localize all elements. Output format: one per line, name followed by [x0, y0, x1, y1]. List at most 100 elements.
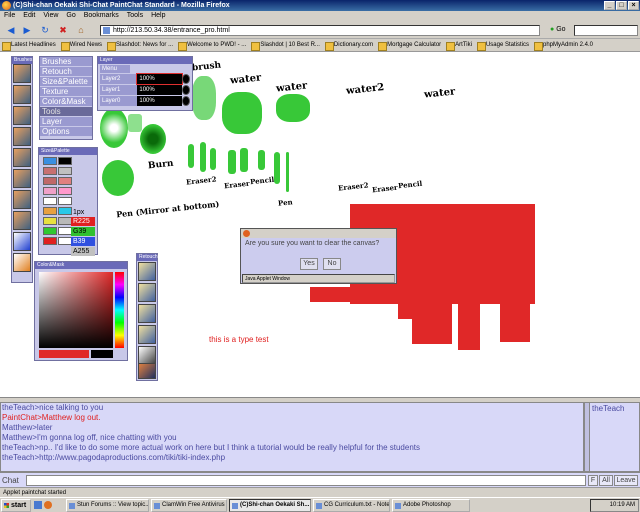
bookmark-item[interactable]: Wired News [59, 39, 105, 51]
color-picker-area[interactable] [39, 272, 113, 348]
category-texture[interactable]: Texture [40, 87, 92, 97]
layer-menu-button[interactable]: Menu [100, 65, 130, 73]
bookmark-item[interactable]: Usage Statistics [475, 39, 532, 51]
chat-all-button[interactable]: All [599, 475, 613, 486]
palette-swatch[interactable] [58, 197, 72, 205]
bookmark-item[interactable]: phpMyAdmin 2.4.0 [532, 39, 596, 51]
close-button[interactable]: × [628, 1, 639, 10]
back-icon[interactable]: ◀ [4, 24, 18, 36]
retouch-tool-icon[interactable] [138, 283, 156, 302]
bookmark-item[interactable]: ArtTiki [444, 39, 475, 51]
layer-visibility-icon[interactable] [181, 74, 190, 84]
palette-swatch[interactable] [58, 187, 72, 195]
palette-swatch[interactable] [58, 237, 72, 245]
category-options[interactable]: Options [40, 127, 92, 137]
layer-opacity[interactable]: 100% [137, 85, 182, 95]
water-tool-icon[interactable] [13, 232, 31, 251]
red-value[interactable]: R225 [71, 217, 95, 226]
palette-swatch[interactable] [43, 227, 57, 235]
brush-tool-icon[interactable] [13, 106, 31, 125]
palette-swatch[interactable] [58, 157, 72, 165]
menu-go[interactable]: Go [62, 11, 79, 20]
url-bar[interactable]: http://213.50.34.38/entrance_pro.html [100, 25, 540, 36]
pen-tool-icon[interactable] [13, 64, 31, 83]
no-button[interactable]: No [323, 258, 341, 270]
menu-tools[interactable]: Tools [123, 11, 147, 20]
hue-slider[interactable] [115, 272, 124, 348]
maximize-button[interactable]: □ [616, 1, 627, 10]
user-item[interactable]: theTeach [590, 403, 639, 414]
forward-icon[interactable]: ▶ [20, 24, 34, 36]
desktop-icon[interactable] [34, 501, 42, 509]
firefox-quicklaunch-icon[interactable] [44, 501, 52, 509]
layer-row[interactable]: Layer1 100% [100, 85, 190, 95]
palette-swatch[interactable] [43, 207, 57, 215]
eraser-tool-icon[interactable] [13, 190, 31, 209]
menu-edit[interactable]: Edit [19, 11, 39, 20]
taskbar-item-active[interactable]: (C)Shi-chan Oekaki Sh... [229, 499, 311, 512]
palette-swatch[interactable] [43, 217, 57, 225]
home-icon[interactable]: ⌂ [74, 24, 88, 36]
palette-swatch[interactable] [58, 207, 72, 215]
chat-leave-button[interactable]: Leave [614, 475, 638, 486]
palette-swatch[interactable] [58, 177, 72, 185]
bookmark-item[interactable]: Latest Headlines [0, 39, 59, 51]
menu-help[interactable]: Help [147, 11, 169, 20]
layer-opacity[interactable]: 100% [136, 73, 183, 85]
chat-f-button[interactable]: F [588, 475, 598, 486]
category-brushes[interactable]: Brushes [40, 57, 92, 67]
minimize-button[interactable]: _ [604, 1, 615, 10]
bookmark-item[interactable]: Welcome to PWD! - ... [176, 39, 249, 51]
bookmark-item[interactable]: Mortgage Calculator [376, 39, 444, 51]
paint-canvas[interactable]: brush water water water2 water Burn Eras… [0, 52, 640, 398]
taskbar-item[interactable]: Stun Forums :: View topic... [66, 499, 149, 512]
layer-row[interactable]: Layer0 100% [100, 96, 190, 106]
pen-tool-icon[interactable] [13, 85, 31, 104]
menu-file[interactable]: File [0, 11, 19, 20]
green-value[interactable]: G39 [71, 227, 95, 236]
chat-input[interactable] [26, 475, 586, 486]
palette-swatch[interactable] [58, 227, 72, 235]
blue-value[interactable]: B39 [71, 237, 95, 246]
bookmark-item[interactable]: Slashdot | 10 Best R... [249, 39, 323, 51]
airbrush-tool-icon[interactable] [13, 148, 31, 167]
layer-row[interactable]: Layer2 100% [100, 73, 190, 85]
go-button[interactable]: ● Go [550, 26, 566, 33]
palette-swatch[interactable] [43, 177, 57, 185]
pencil-tool-icon[interactable] [13, 127, 31, 146]
category-layer[interactable]: Layer [40, 117, 92, 127]
eraser-tool-icon[interactable] [13, 211, 31, 230]
retouch-tool-icon[interactable] [138, 304, 156, 323]
palette-swatch[interactable] [58, 167, 72, 175]
taskbar-item[interactable]: ClamWin Free Antivirus [151, 499, 227, 512]
fill-tool-icon[interactable] [13, 253, 31, 272]
retouch-tool-icon[interactable] [138, 325, 156, 344]
bookmark-item[interactable]: Slashdot: News for ... [105, 39, 176, 51]
retouch-tool-icon[interactable] [138, 262, 156, 281]
palette-swatch[interactable] [43, 187, 57, 195]
category-retouch[interactable]: Retouch [40, 67, 92, 77]
reload-icon[interactable]: ↻ [38, 24, 52, 36]
eraser-tool-icon[interactable] [13, 169, 31, 188]
taskbar-item[interactable]: Adobe Photoshop [392, 499, 470, 512]
category-color-mask[interactable]: Color&Mask [40, 97, 92, 107]
palette-swatch[interactable] [43, 197, 57, 205]
menu-bookmarks[interactable]: Bookmarks [80, 11, 123, 20]
layer-visibility-icon[interactable] [181, 85, 190, 95]
palette-swatch[interactable] [43, 237, 57, 245]
bookmark-item[interactable]: Dictionary.com [323, 39, 376, 51]
search-input[interactable] [574, 25, 638, 36]
palette-swatch[interactable] [58, 217, 72, 225]
start-button[interactable]: start [1, 499, 31, 512]
retouch-tool-icon[interactable] [138, 363, 156, 379]
category-tools[interactable]: Tools [40, 107, 92, 117]
alpha-value[interactable]: A255 [71, 247, 95, 256]
stop-icon[interactable]: ✖ [56, 24, 70, 36]
yes-button[interactable]: Yes [300, 258, 318, 270]
palette-swatch[interactable] [43, 157, 57, 165]
layer-visibility-icon[interactable] [181, 96, 190, 106]
category-size-palette[interactable]: Size&Palette [40, 77, 92, 87]
taskbar-item[interactable]: CG Curriculum.txt - Notepad [313, 499, 390, 512]
layer-opacity[interactable]: 100% [137, 96, 182, 106]
palette-swatch[interactable] [43, 167, 57, 175]
